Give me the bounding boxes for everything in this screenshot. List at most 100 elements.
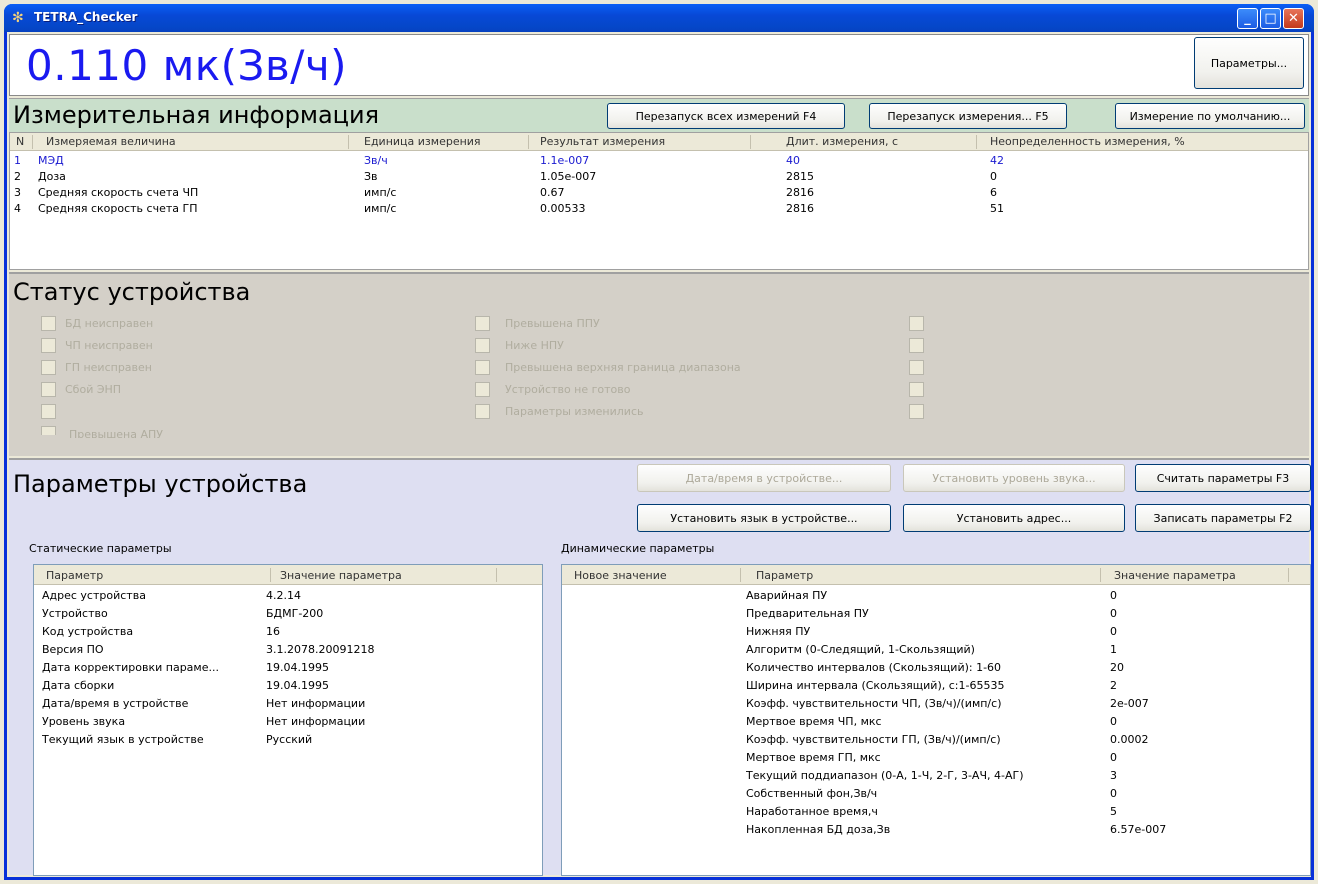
column-header[interactable]: Новое значение [574,569,667,582]
list-item[interactable]: Мертвое время ЧП, мкс 0 [562,713,1310,731]
status-checkbox[interactable] [41,316,56,331]
read-params-button[interactable]: Считать параметры F3 [1135,464,1311,492]
status-checkbox[interactable] [475,360,490,375]
list-item[interactable]: Устройство БДМГ-200 [34,605,542,623]
column-separator[interactable] [32,135,33,149]
list-item[interactable]: Дата сборки 19.04.1995 [34,677,542,695]
param-value: 3.1.2078.20091218 [266,643,375,656]
list-item[interactable]: Мертвое время ГП, мкс 0 [562,749,1310,767]
datetime-button[interactable]: Дата/время в устройстве... [637,464,891,492]
close-button[interactable]: ✕ [1283,8,1304,29]
param-value: 19.04.1995 [266,661,329,674]
column-header[interactable]: Параметр [46,569,103,582]
list-item[interactable]: Ширина интервала (Скользящий), с:1-65535… [562,677,1310,695]
status-checkbox[interactable] [41,360,56,375]
list-item[interactable]: Коэфф. чувствительности ГП, (Зв/ч)/(имп/… [562,731,1310,749]
status-label: ГП неисправен [65,361,152,374]
status-checkbox[interactable] [909,316,924,331]
column-separator[interactable] [976,135,977,149]
dynamic-params-list[interactable]: Новое значение Параметр Значение парамет… [561,564,1311,876]
status-checkbox[interactable] [41,382,56,397]
restart-all-button[interactable]: Перезапуск всех измерений F4 [607,103,845,129]
status-checkbox[interactable] [909,404,924,419]
list-item[interactable]: Текущий поддиапазон (0-А, 1-Ч, 2-Г, 3-АЧ… [562,767,1310,785]
table-row[interactable]: 2 Доза Зв 1.05e-007 2815 0 [10,169,1308,185]
column-separator[interactable] [270,568,271,582]
list-item[interactable]: Наработанное время,ч 5 [562,803,1310,821]
list-item[interactable]: Дата корректировки параме... 19.04.1995 [34,659,542,677]
table-row[interactable]: 4 Средняя скорость счета ГП имп/с 0.0053… [10,201,1308,217]
window-title: TETRA_Checker [34,10,138,24]
status-checkbox[interactable] [41,338,56,353]
status-label: Превышена АПУ [69,428,163,438]
status-checkbox[interactable] [475,404,490,419]
status-title: Статус устройства [13,278,251,306]
static-params-list[interactable]: Параметр Значение параметра Адрес устрой… [33,564,543,876]
cell-result: 0.67 [540,186,565,199]
column-header[interactable]: Значение параметра [1114,569,1236,582]
column-header[interactable]: Параметр [756,569,813,582]
list-item[interactable]: Нижняя ПУ 0 [562,623,1310,641]
status-checkbox[interactable] [41,404,56,419]
cell-duration: 2816 [786,186,814,199]
restart-measurement-button[interactable]: Перезапуск измерения... F5 [869,103,1067,129]
column-separator[interactable] [348,135,349,149]
column-header[interactable]: Длит. измерения, с [786,135,898,148]
list-item[interactable]: Версия ПО 3.1.2078.20091218 [34,641,542,659]
title-bar[interactable]: ✻ TETRA_Checker _ □ ✕ [4,4,1314,32]
parameters-button[interactable]: Параметры... [1194,37,1304,89]
list-item[interactable]: Уровень звука Нет информации [34,713,542,731]
status-checkbox[interactable] [475,316,490,331]
set-address-button[interactable]: Установить адрес... [903,504,1125,532]
param-value: 1 [1110,643,1117,656]
column-header[interactable]: N [16,135,24,148]
status-checkbox[interactable] [475,382,490,397]
column-header[interactable]: Измеряемая величина [46,135,176,148]
param-name: Адрес устройства [42,589,146,602]
param-value: 3 [1110,769,1117,782]
column-separator[interactable] [496,568,497,582]
status-checkbox[interactable] [909,338,924,353]
set-language-button[interactable]: Установить язык в устройстве... [637,504,891,532]
list-item[interactable]: Алгоритм (0-Следящий, 1-Скользящий) 1 [562,641,1310,659]
dose-rate-readout: 0.110 мк(Зв/ч) [26,41,348,90]
list-item[interactable]: Собственный фон,Зв/ч 0 [562,785,1310,803]
status-checkbox[interactable] [909,382,924,397]
maximize-button[interactable]: □ [1260,8,1281,29]
device-params-title: Параметры устройства [13,470,308,498]
param-name: Дата/время в устройстве [42,697,189,710]
column-separator[interactable] [528,135,529,149]
list-item[interactable]: Код устройства 16 [34,623,542,641]
column-header[interactable]: Единица измерения [364,135,481,148]
write-params-button[interactable]: Записать параметры F2 [1135,504,1311,532]
measurement-table-header: N Измеряемая величина Единица измерения … [10,133,1308,151]
column-separator[interactable] [750,135,751,149]
status-checkbox[interactable] [41,426,56,435]
status-checkbox[interactable] [909,360,924,375]
param-value: 2 [1110,679,1117,692]
column-header[interactable]: Значение параметра [280,569,402,582]
list-item[interactable]: Количество интервалов (Скользящий): 1-60… [562,659,1310,677]
list-item[interactable]: Предварительная ПУ 0 [562,605,1310,623]
param-value: 16 [266,625,280,638]
column-separator[interactable] [1100,568,1101,582]
column-separator[interactable] [1288,568,1289,582]
cell-result: 0.00533 [540,202,586,215]
column-header[interactable]: Неопределенность измерения, % [990,135,1185,148]
sound-level-button[interactable]: Установить уровень звука... [903,464,1125,492]
list-item[interactable]: Коэфф. чувствительности ЧП, (Зв/ч)/(имп/… [562,695,1310,713]
column-header[interactable]: Результат измерения [540,135,665,148]
list-item[interactable]: Текущий язык в устройстве Русский [34,731,542,749]
param-value: 0 [1110,607,1117,620]
minimize-button[interactable]: _ [1237,8,1258,29]
column-separator[interactable] [740,568,741,582]
table-row[interactable]: 3 Средняя скорость счета ЧП имп/с 0.67 2… [10,185,1308,201]
list-item[interactable]: Дата/время в устройстве Нет информации [34,695,542,713]
list-item[interactable]: Аварийная ПУ 0 [562,587,1310,605]
list-item[interactable]: Накопленная БД доза,Зв 6.57e-007 [562,821,1310,839]
status-checkbox[interactable] [475,338,490,353]
list-item[interactable]: Адрес устройства 4.2.14 [34,587,542,605]
table-row[interactable]: 1 МЭД Зв/ч 1.1e-007 40 42 [10,153,1308,169]
param-name: Дата сборки [42,679,115,692]
default-measurement-button[interactable]: Измерение по умолчанию... [1115,103,1305,129]
